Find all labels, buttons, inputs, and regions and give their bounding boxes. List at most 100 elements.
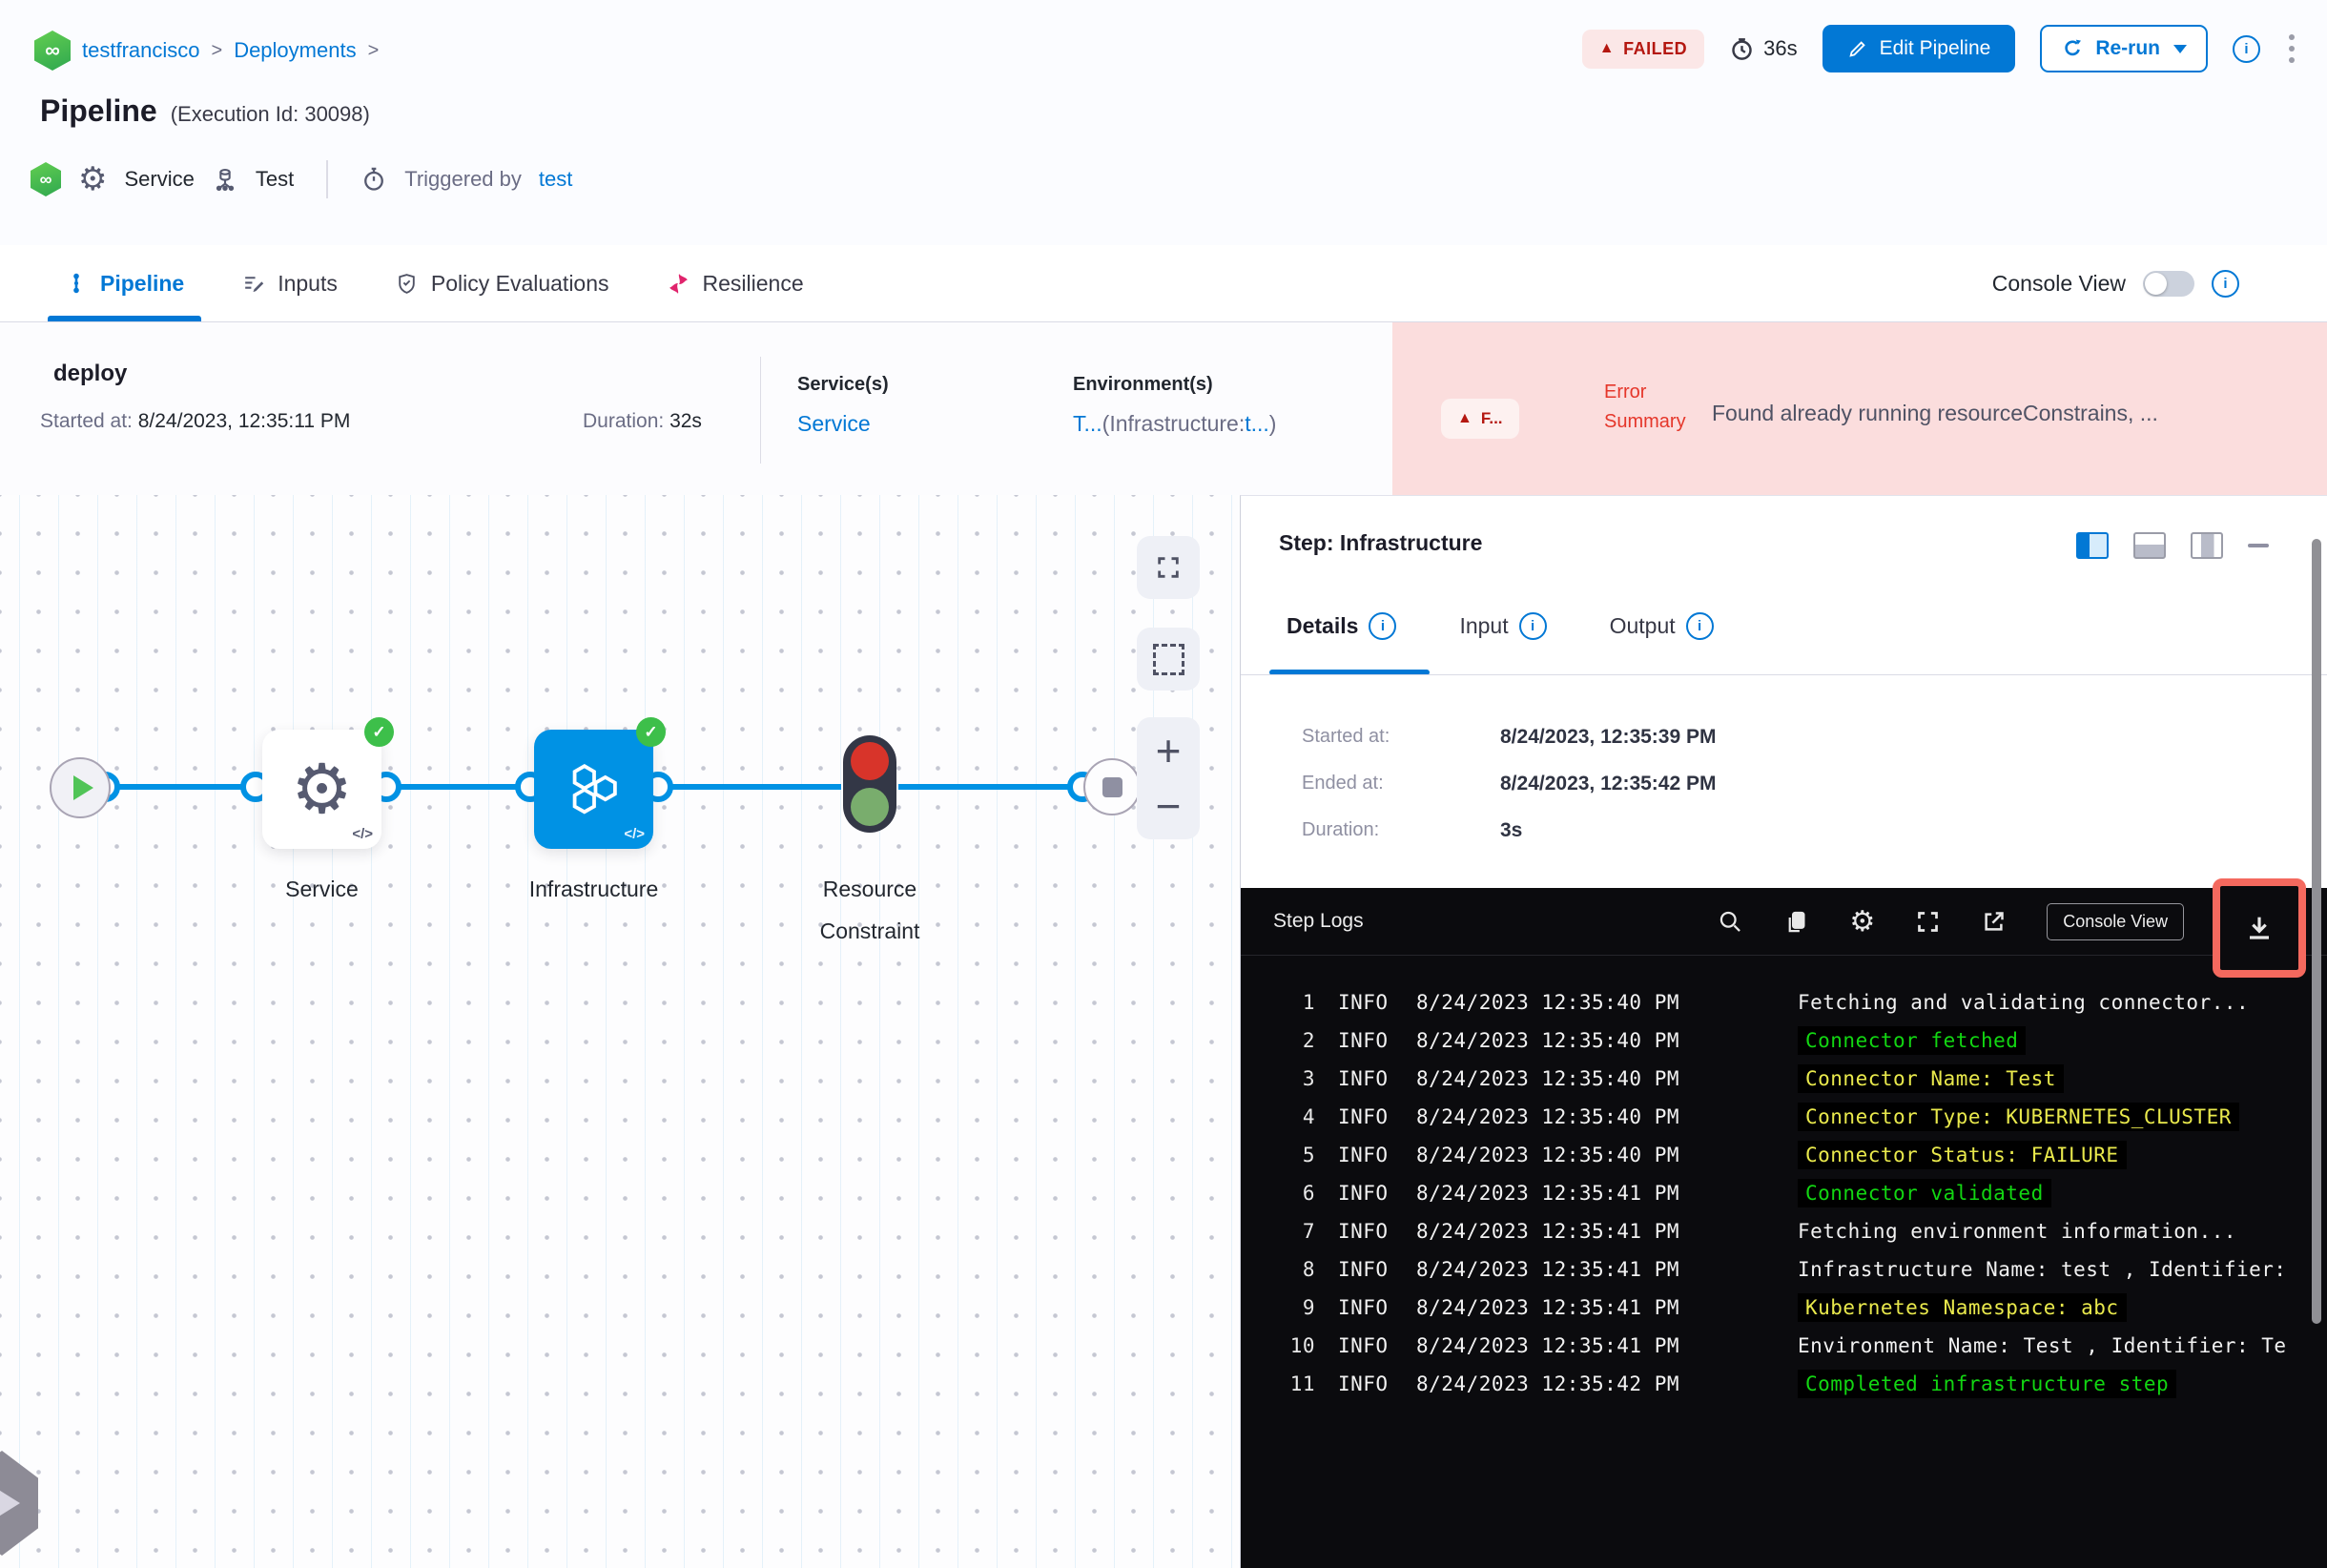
error-status-chip: ▲ F... — [1441, 399, 1519, 439]
minimize-panel-button[interactable] — [2248, 544, 2269, 547]
canvas-select-button[interactable] — [1137, 628, 1200, 691]
download-logs-icon[interactable] — [2244, 913, 2275, 943]
tab-resilience[interactable]: Resilience — [667, 245, 804, 321]
zoom-in-button[interactable]: + — [1156, 729, 1182, 773]
copy-icon[interactable] — [1783, 909, 1809, 935]
end-node[interactable] — [1083, 758, 1141, 815]
pipeline-graph-canvas[interactable]: ⚙ ✓ </> Service ✓ </> Infrastructure Res… — [0, 495, 1240, 1568]
info-icon[interactable]: i — [1685, 612, 1714, 640]
breadcrumb-deployments-link[interactable]: Deployments — [234, 38, 356, 63]
console-view-toggle-group: Console View i — [1992, 245, 2239, 321]
services-value[interactable]: Service — [797, 411, 889, 437]
log-level: INFO — [1338, 1334, 1389, 1357]
tab-label: Resilience — [702, 270, 804, 296]
search-icon[interactable] — [1718, 909, 1743, 935]
divider — [760, 357, 761, 464]
chevron-down-icon[interactable] — [2173, 44, 2187, 53]
total-duration: 36s — [1729, 36, 1798, 62]
meta-stage-label: Test — [255, 167, 295, 191]
refresh-icon — [2065, 39, 2082, 56]
console-view-label: Console View — [1991, 270, 2126, 296]
tab-details[interactable]: Details i — [1287, 612, 1397, 640]
breadcrumb-separator: > — [367, 39, 380, 61]
layout-vertical-split-icon[interactable] — [2076, 532, 2109, 559]
log-level: INFO — [1338, 1258, 1389, 1281]
meta-service-label: Service — [124, 167, 195, 191]
warning-icon: ▲ — [1598, 40, 1616, 56]
warning-icon: ▲ — [1457, 410, 1472, 426]
console-view-button[interactable]: Console View — [2047, 902, 2184, 940]
log-message: Connector fetched — [1798, 1026, 2027, 1055]
start-node[interactable] — [50, 757, 111, 818]
service-step-node[interactable]: ⚙ ✓ </> — [262, 717, 394, 849]
log-message: Kubernetes Namespace: abc — [1798, 1293, 2127, 1322]
environments-value[interactable]: T...(Infrastructure:t...) — [1073, 411, 1276, 437]
log-settings-gear-icon[interactable]: ⚙ — [1849, 907, 1875, 936]
log-timestamp: 8/24/2023 12:35:40 PM — [1416, 1029, 1680, 1052]
rerun-label: Re-run — [2095, 37, 2160, 59]
triggered-by-value[interactable]: test — [539, 167, 572, 192]
more-options-menu[interactable] — [2285, 31, 2298, 67]
layout-horizontal-split-icon[interactable] — [2133, 532, 2166, 559]
log-line: 7 INFO 8/24/2023 12:35:41 PM Fetching envir… — [1241, 1212, 2314, 1250]
info-icon[interactable]: i — [1369, 612, 1397, 640]
env-paren: ) — [1268, 411, 1277, 436]
zoom-out-button[interactable]: − — [1156, 784, 1182, 828]
tab-policy-evaluations[interactable]: Policy Evaluations — [395, 245, 609, 321]
stage-duration: Duration: 32s — [583, 410, 702, 433]
fullscreen-icon — [1158, 557, 1179, 578]
detail-value: 8/24/2023, 12:35:42 PM — [1500, 772, 1717, 794]
tab-inputs[interactable]: Inputs — [241, 245, 338, 321]
infrastructure-step-node[interactable]: ✓ </> — [534, 717, 666, 849]
fullscreen-icon[interactable] — [1915, 909, 1941, 935]
expand-panel-handle[interactable] — [0, 1451, 38, 1556]
env-name-link[interactable]: T... — [1073, 411, 1102, 436]
graph-edge — [898, 784, 1081, 790]
resource-constraint-node[interactable] — [843, 735, 896, 833]
detail-row: Ended at: 8/24/2023, 12:35:42 PM — [1302, 760, 1717, 807]
log-timestamp: 8/24/2023 12:35:40 PM — [1416, 1105, 1680, 1128]
tab-input[interactable]: Input i — [1459, 612, 1547, 640]
tab-output[interactable]: Output i — [1610, 612, 1714, 640]
env-infra-label: (Infrastructure: — [1102, 411, 1246, 436]
code-icon: </> — [352, 826, 373, 842]
environments-label: Environment(s) — [1073, 374, 1213, 395]
layout-right-panel-icon[interactable] — [2191, 532, 2223, 559]
page-scrollbar[interactable] — [2312, 539, 2321, 1324]
pipeline-icon — [73, 273, 79, 294]
execution-id: (Execution Id: 30098) — [170, 102, 370, 126]
tab-label: Policy Evaluations — [430, 270, 609, 296]
inputs-icon — [245, 276, 264, 292]
step-logs-title: Step Logs — [1273, 910, 1364, 932]
rerun-button[interactable]: Re-run — [2040, 25, 2208, 72]
open-in-new-icon[interactable] — [1981, 909, 2007, 935]
breadcrumb-project-link[interactable]: testfrancisco — [82, 38, 200, 63]
log-line: 9 INFO 8/24/2023 12:35:41 PM Kubernetes Nam… — [1241, 1289, 2314, 1327]
detail-value: 8/24/2023, 12:35:39 PM — [1500, 725, 1717, 748]
tab-label: Input — [1459, 613, 1509, 638]
graph-edge — [386, 784, 529, 790]
env-infra-link[interactable]: t... — [1245, 411, 1269, 436]
log-line: 5 INFO 8/24/2023 12:35:40 PM Connector Stat… — [1241, 1136, 2314, 1174]
log-level: INFO — [1338, 991, 1389, 1014]
info-icon[interactable]: i — [1518, 612, 1547, 640]
pipeline-meta: ∞ ⚙ Service Test Triggered by test — [31, 160, 572, 198]
clock-icon — [1732, 37, 1752, 60]
info-icon[interactable]: i — [2233, 34, 2260, 63]
error-chip-label: F... — [1480, 409, 1503, 427]
environments-column: Environment(s) T...(Infrastructure:t...) — [1073, 374, 1276, 437]
log-line: 8 INFO 8/24/2023 12:35:41 PM Infrastructure… — [1241, 1250, 2314, 1289]
page-title: Pipeline (Execution Id: 30098) — [40, 93, 370, 129]
edit-pipeline-button[interactable]: Edit Pipeline — [1822, 25, 2016, 72]
log-level: INFO — [1338, 1105, 1389, 1128]
tab-pipeline[interactable]: Pipeline — [47, 245, 202, 321]
log-level: INFO — [1338, 1220, 1389, 1243]
gear-icon: ⚙ — [291, 751, 353, 828]
detail-value: 3s — [1500, 818, 1523, 841]
log-line: 3 INFO 8/24/2023 12:35:40 PM Connector Name… — [1241, 1060, 2314, 1098]
canvas-fullscreen-button[interactable] — [1137, 536, 1200, 599]
info-icon[interactable]: i — [2212, 269, 2239, 298]
console-view-toggle[interactable] — [2143, 270, 2194, 297]
stop-icon — [1102, 776, 1122, 797]
stage-name[interactable]: deploy — [53, 361, 127, 387]
